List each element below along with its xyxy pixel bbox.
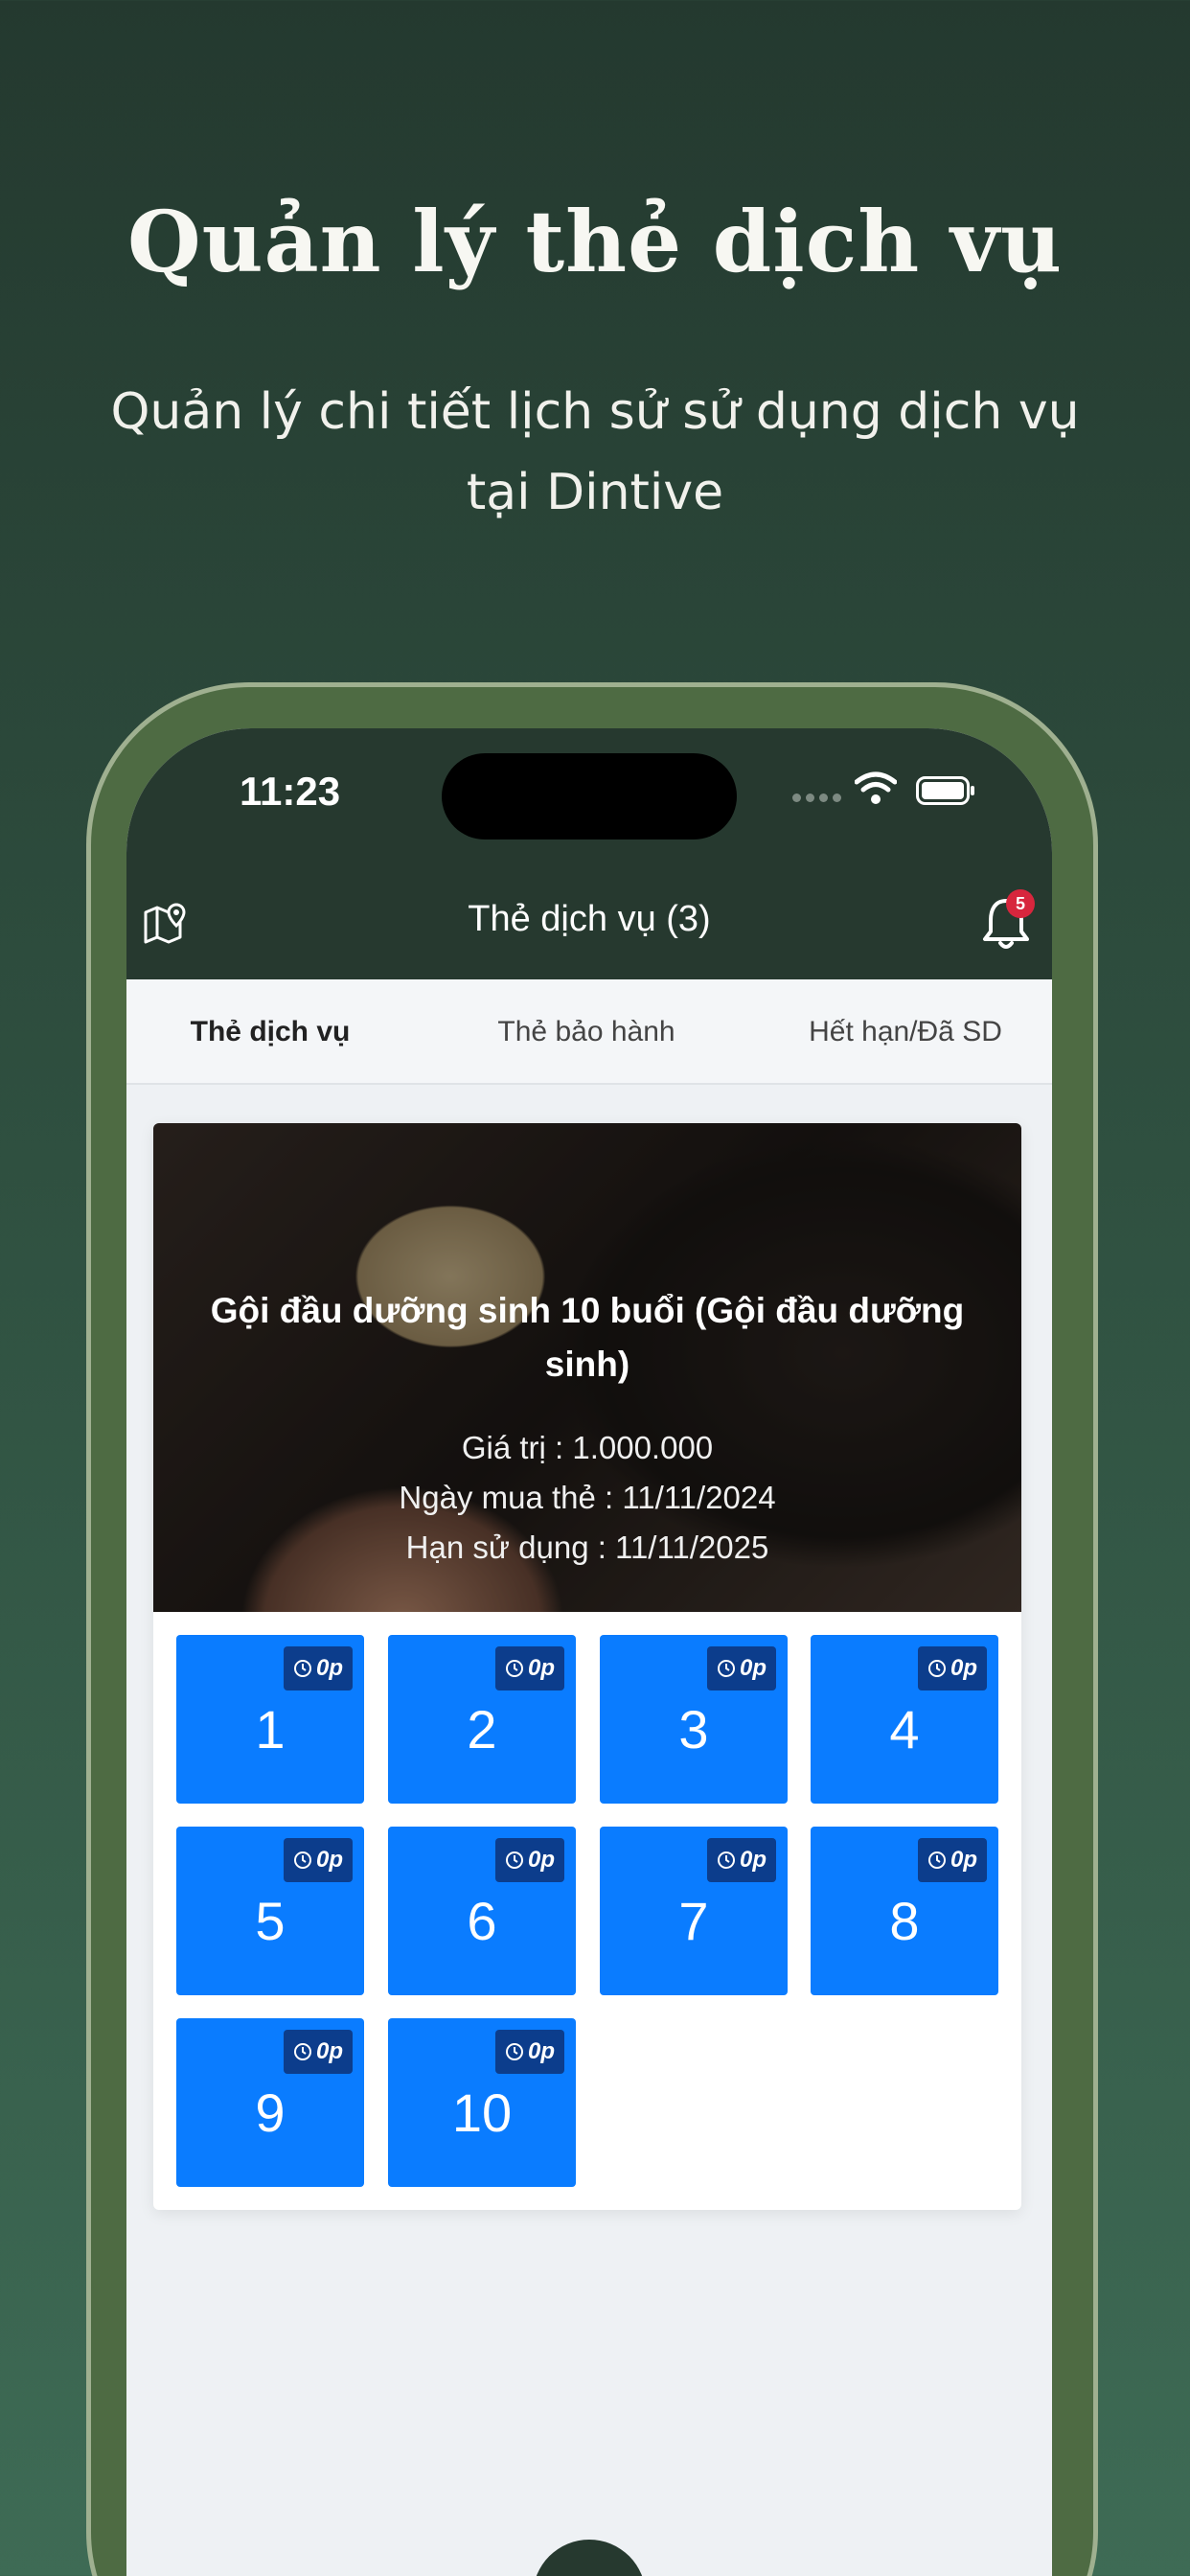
clock-icon [505,1852,523,1869]
card-expiry-date: Hạn sử dụng : 11/11/2025 [405,1530,769,1565]
session-number: 2 [467,1699,497,1760]
session-time-badge: 0p [494,2030,564,2074]
session-tile[interactable]: 0p 7 [600,1827,788,1995]
clock-icon [927,1852,946,1869]
session-number: 3 [678,1699,709,1760]
session-number: 7 [678,1891,709,1951]
session-time-badge: 0p [917,1838,987,1882]
session-tile[interactable]: 0p 4 [811,1635,998,1804]
session-time-badge: 0p [494,1646,564,1690]
clock-icon [717,1852,735,1869]
signal-icon [792,794,841,802]
session-time: 0p [527,1655,555,1681]
session-number: 10 [451,2082,513,2143]
clock-icon [293,1660,311,1677]
service-card[interactable]: Gội đầu dưỡng sinh 10 buổi (Gội đầu dưỡn… [153,1123,1021,2210]
session-number: 9 [255,2082,286,2143]
session-time: 0p [950,1655,977,1681]
session-time: 0p [739,1655,767,1681]
card-title: Gội đầu dưỡng sinh 10 buổi (Gội đầu dưỡn… [210,1291,965,1384]
session-time-badge: 0p [706,1646,776,1690]
notification-badge: 5 [1006,889,1035,918]
session-tile[interactable]: 0p 6 [388,1827,576,1995]
promo-title: Quản lý thẻ dịch vụ [127,192,1063,291]
status-time: 11:23 [240,769,341,814]
clock-icon [293,2043,311,2060]
session-tile[interactable]: 0p 10 [388,2018,576,2187]
clock-icon [717,1660,735,1677]
dynamic-island [442,753,737,840]
session-time-badge: 0p [283,1838,353,1882]
page-title: Thẻ dịch vụ (3) [468,899,711,939]
session-time: 0p [527,2038,555,2064]
session-time-badge: 0p [706,1838,776,1882]
session-time: 0p [950,1847,977,1873]
session-time: 0p [315,1847,343,1873]
session-number: 4 [889,1699,920,1760]
tab-warranty-cards[interactable]: Thẻ bảo hành [428,979,744,1085]
home-fab-button[interactable] [533,2540,646,2576]
session-tile[interactable]: 0p 8 [811,1827,998,1995]
session-tile[interactable]: 0p 3 [600,1635,788,1804]
tab-expired-used[interactable]: Hết hạn/Đã SD [759,979,1052,1085]
session-tile[interactable]: 0p 5 [176,1827,364,1995]
phone-screen: 11:23 Thẻ dịch vụ (3) 5 Thẻ dịch vụ Thẻ … [126,728,1052,2576]
app-header: 11:23 Thẻ dịch vụ (3) 5 [126,728,1052,979]
session-number: 6 [467,1891,497,1951]
session-time: 0p [315,1655,343,1681]
session-time-badge: 0p [283,1646,353,1690]
session-time: 0p [739,1847,767,1873]
session-number: 5 [255,1891,286,1951]
session-number: 8 [889,1891,920,1951]
session-time-badge: 0p [917,1646,987,1690]
wifi-icon [855,771,897,804]
session-tile[interactable]: 0p 2 [388,1635,576,1804]
clock-icon [505,1660,523,1677]
session-time: 0p [527,1847,555,1873]
clock-icon [927,1660,946,1677]
promo-subtitle: Quản lý chi tiết lịch sử sử dụng dịch vụ… [110,383,1080,521]
tab-service-cards[interactable]: Thẻ dịch vụ [126,979,414,1085]
session-tile[interactable]: 0p 9 [176,2018,364,2187]
session-time-badge: 0p [283,2030,353,2074]
tab-bar: Thẻ dịch vụ Thẻ bảo hành Hết hạn/Đã SD [126,979,1052,1085]
card-purchase-date: Ngày mua thẻ : 11/11/2024 [399,1480,776,1515]
session-tile[interactable]: 0p 1 [176,1635,364,1804]
battery-icon [916,776,974,805]
session-time-badge: 0p [494,1838,564,1882]
clock-icon [505,2043,523,2060]
session-time: 0p [315,2038,343,2064]
session-number: 1 [255,1699,286,1760]
card-value: Giá trị : 1.000.000 [461,1430,714,1465]
clock-icon [293,1852,311,1869]
